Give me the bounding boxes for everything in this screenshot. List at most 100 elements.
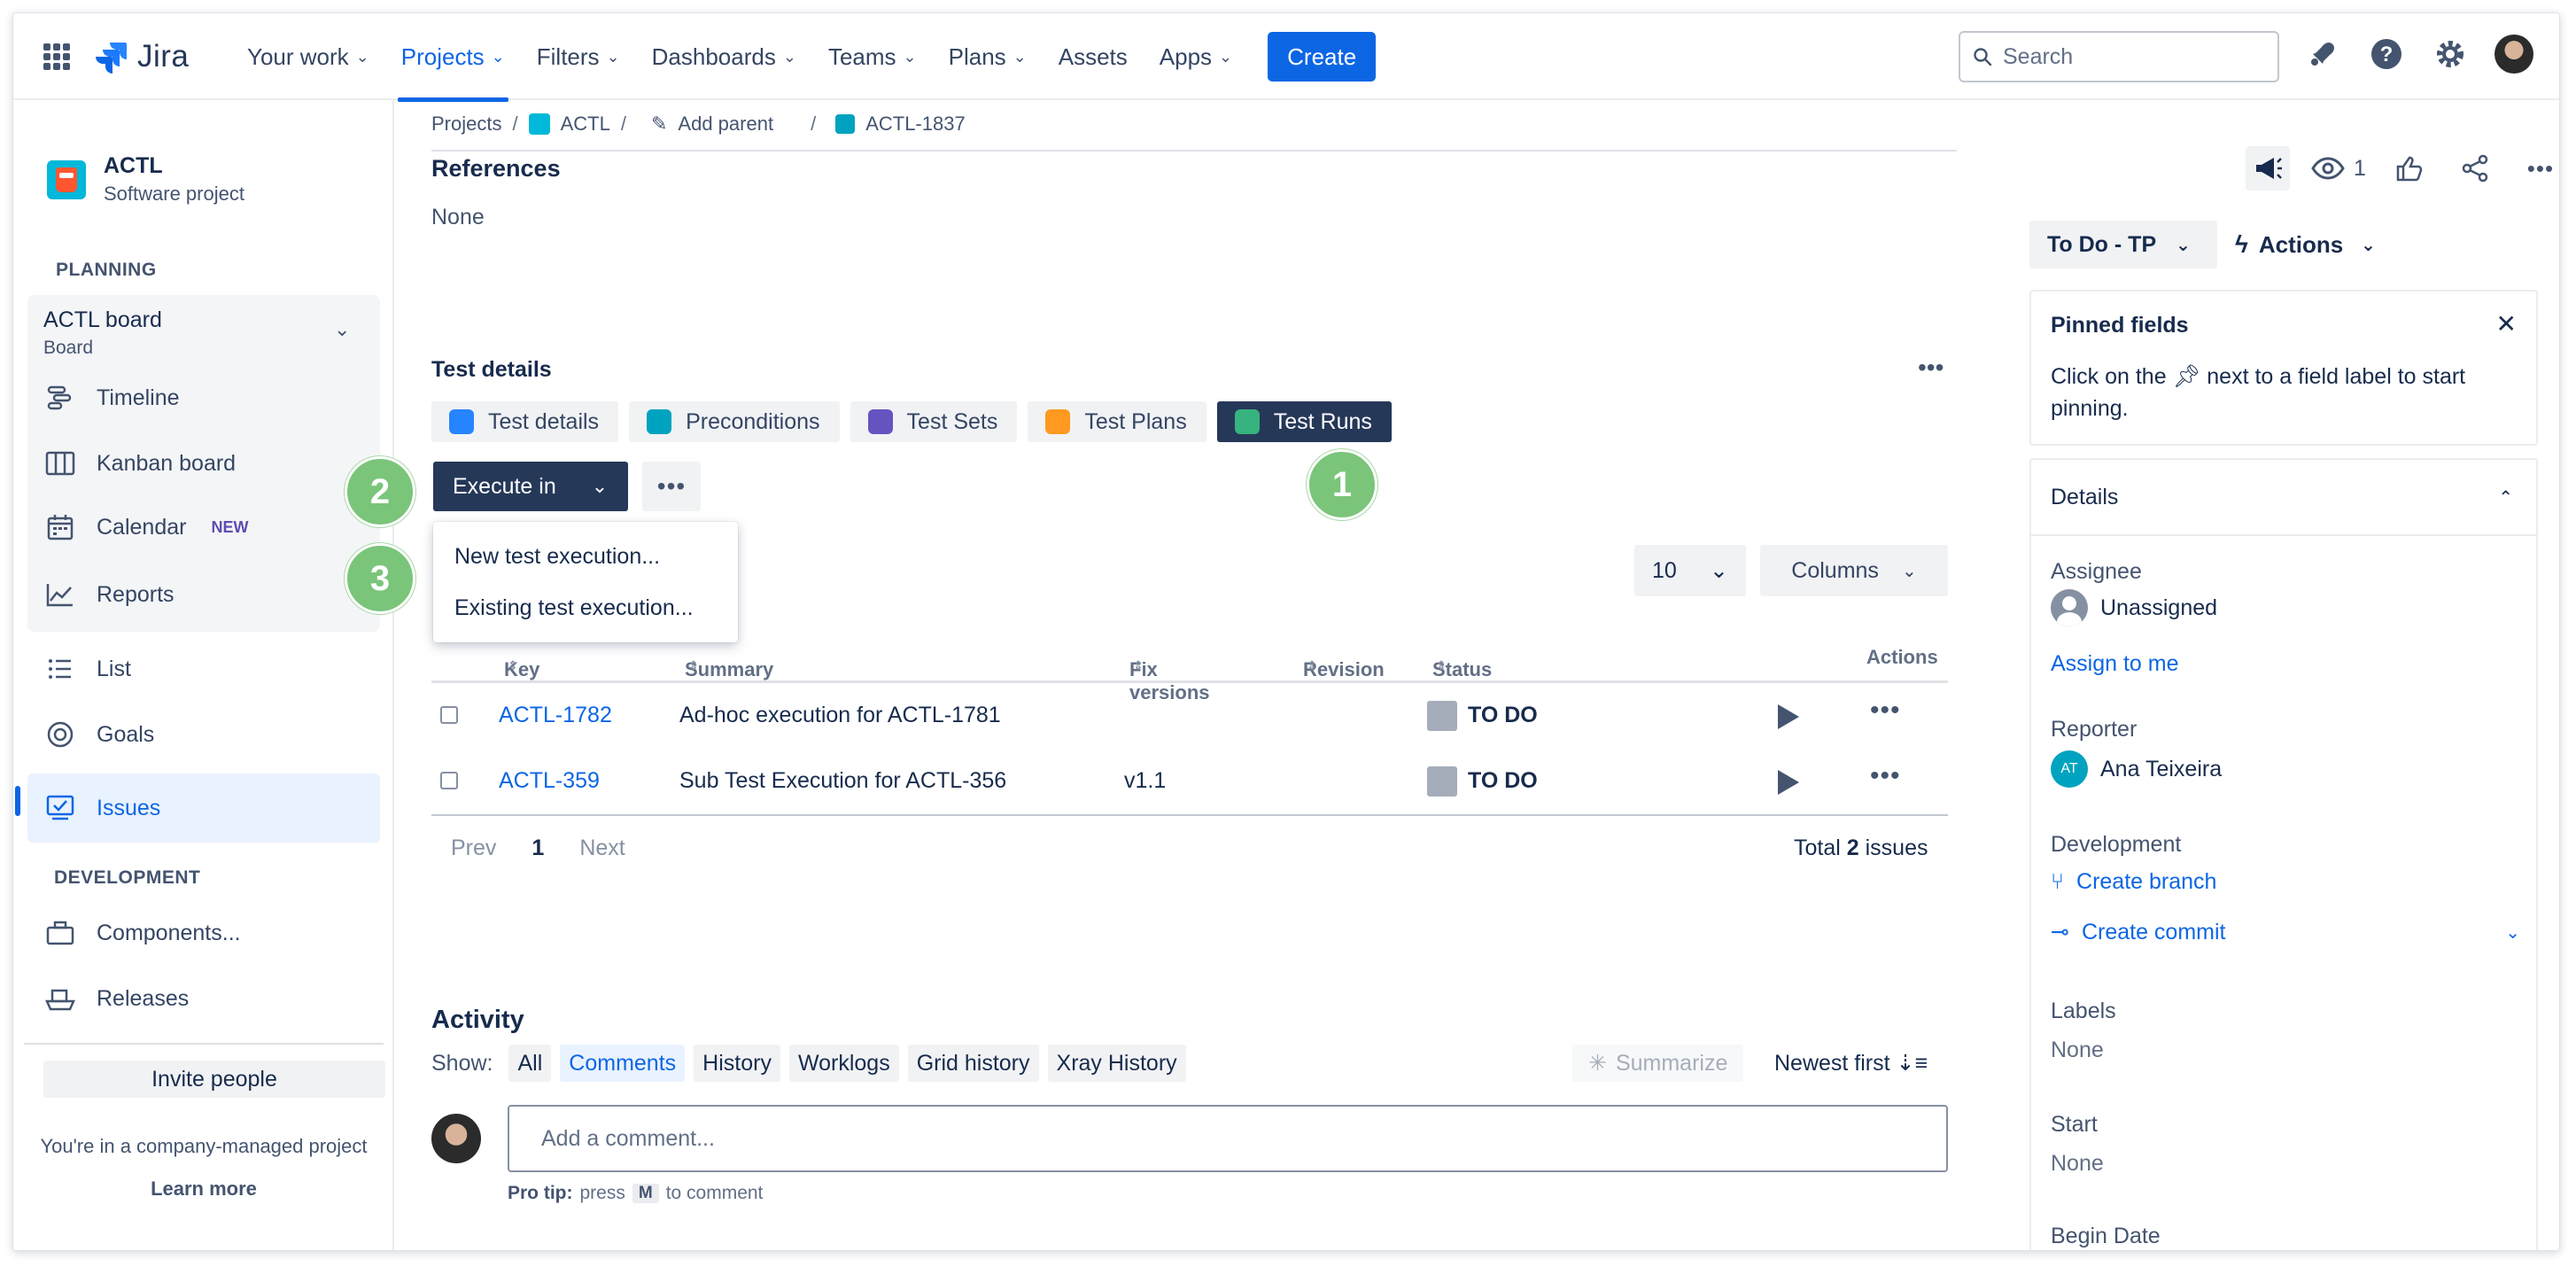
issue-key-link[interactable]: ACTL-359 — [499, 768, 600, 794]
goals-target-icon — [43, 718, 77, 751]
create-button[interactable]: Create — [1268, 32, 1377, 82]
nav-apps[interactable]: Apps ⌄ — [1144, 13, 1248, 100]
sidebar-item-reports[interactable]: Reports — [43, 568, 380, 621]
filter-xray-history[interactable]: Xray History — [1047, 1045, 1186, 1082]
sidebar-item-issues[interactable]: Issues — [15, 773, 380, 843]
row-checkbox[interactable] — [440, 772, 458, 789]
row-checkbox[interactable] — [440, 706, 458, 724]
user-avatar[interactable] — [2495, 35, 2533, 74]
megaphone-icon[interactable] — [2246, 146, 2290, 190]
sidebar-item-goals[interactable]: Goals — [43, 708, 380, 761]
actions-button[interactable]: ϟ Actions ⌄ — [2235, 221, 2376, 268]
close-icon[interactable]: ✕ — [2496, 309, 2517, 338]
add-comment-input[interactable]: Add a comment... — [508, 1105, 1948, 1172]
row-more-icon[interactable]: ••• — [1870, 761, 1901, 791]
pagination-current-page[interactable]: 1 — [531, 836, 544, 861]
page-size-select[interactable]: 10 ⌄ — [1634, 545, 1746, 596]
nav-dashboards[interactable]: Dashboards ⌄ — [636, 13, 812, 100]
execute-in-button[interactable]: Execute in ⌄ — [433, 462, 628, 511]
details-header[interactable]: Details ⌃ — [2031, 460, 2536, 536]
share-icon[interactable] — [2453, 146, 2497, 190]
project-header[interactable]: ACTL Software project — [47, 153, 244, 206]
start-value[interactable]: None — [2051, 1151, 2104, 1177]
sidebar-item-timeline[interactable]: Timeline — [43, 371, 380, 424]
nav-teams[interactable]: Teams ⌄ — [812, 13, 933, 100]
more-options-icon[interactable]: ••• — [1918, 354, 1944, 382]
more-actions-button[interactable]: ••• — [642, 462, 701, 511]
search-input[interactable]: Search — [1959, 31, 2279, 82]
row-more-icon[interactable]: ••• — [1870, 696, 1901, 726]
breadcrumb-project[interactable]: ACTL — [561, 113, 610, 136]
sidebar-item-calendar[interactable]: Calendar NEW — [43, 501, 380, 554]
issue-key-link[interactable]: ACTL-1782 — [499, 703, 612, 728]
sidebar-item-components[interactable]: Components... — [43, 906, 380, 960]
chevron-down-icon[interactable]: ⌄ — [334, 318, 350, 341]
chevron-down-icon[interactable]: ⌄ — [2505, 921, 2520, 944]
assignee-name: Unassigned — [2100, 595, 2218, 620]
breadcrumb-projects[interactable]: Projects — [431, 113, 501, 136]
filter-comments[interactable]: Comments — [560, 1045, 686, 1082]
tab-test-plans[interactable]: Test Plans — [1028, 401, 1207, 442]
nav-assets[interactable]: Assets — [1043, 13, 1144, 100]
filter-grid-history[interactable]: Grid history — [907, 1045, 1039, 1082]
filter-worklogs[interactable]: Worklogs — [788, 1045, 899, 1082]
nav-your-work[interactable]: Your work ⌄ — [231, 13, 385, 100]
chevron-down-icon: ⌄ — [606, 47, 620, 66]
menu-item-new-test-execution[interactable]: New test execution... — [433, 531, 738, 582]
nav-projects[interactable]: Projects ⌄ — [385, 13, 521, 102]
jira-logo[interactable]: Jira — [93, 38, 189, 75]
notifications-icon[interactable] — [2303, 35, 2342, 74]
reporter-value[interactable]: AT Ana Teixeira — [2051, 750, 2222, 788]
commenter-avatar — [431, 1114, 481, 1163]
status-dropdown-button[interactable]: To Do - TP ⌄ — [2029, 221, 2217, 268]
assign-to-me-link[interactable]: Assign to me — [2051, 651, 2179, 677]
assignee-value[interactable]: Unassigned — [2051, 589, 2217, 626]
learn-more-link[interactable]: Learn more — [13, 1178, 394, 1201]
total-issues: Total 2 issues — [1794, 836, 1928, 861]
pagination-next[interactable]: Next — [579, 836, 625, 861]
details-panel: Details ⌃ Assignee Unassigned Assign to … — [2029, 458, 2538, 1250]
tab-test-sets[interactable]: Test Sets — [850, 401, 1018, 442]
breadcrumb-add-parent[interactable]: Add parent — [678, 113, 773, 136]
tab-preconditions[interactable]: Preconditions — [629, 401, 840, 442]
sidebar-item-releases[interactable]: Releases — [43, 972, 380, 1025]
filter-history[interactable]: History — [694, 1045, 780, 1082]
thumbs-up-icon[interactable] — [2387, 146, 2432, 190]
create-commit-link[interactable]: ⊸ Create commit ⌄ — [2051, 919, 2520, 945]
sidebar-item-list[interactable]: List — [43, 642, 380, 696]
tab-label: Test Runs — [1273, 408, 1372, 434]
app-switcher-icon[interactable] — [43, 43, 70, 70]
sort-newest-first-button[interactable]: Newest first ⇣≡ — [1774, 1050, 1928, 1077]
labels-label: Labels — [2051, 999, 2116, 1023]
summarize-button[interactable]: ✳ Summarize — [1572, 1045, 1744, 1082]
callout-badge-3: 3 — [345, 543, 415, 614]
watchers-button[interactable]: 1 — [2311, 156, 2366, 182]
create-branch-link[interactable]: ⑂ Create branch — [2051, 869, 2216, 895]
create-commit-label: Create commit — [2081, 919, 2226, 944]
columns-button[interactable]: Columns ⌄ — [1760, 545, 1948, 596]
tab-label: Preconditions — [686, 408, 820, 434]
sidebar-item-kanban-board[interactable]: Kanban board — [43, 437, 380, 490]
development-label: Development — [2051, 832, 2182, 857]
pagination-prev[interactable]: Prev — [451, 836, 496, 861]
settings-gear-icon[interactable] — [2431, 35, 2470, 74]
more-options-icon[interactable]: ••• — [2518, 146, 2559, 190]
board-switcher-title[interactable]: ACTL board — [43, 307, 162, 333]
tab-test-details[interactable]: Test details — [431, 401, 619, 442]
test-issue-type-icon — [835, 114, 856, 134]
tab-test-runs[interactable]: Test Runs — [1216, 401, 1392, 442]
play-run-icon[interactable] — [1778, 770, 1799, 795]
labels-value[interactable]: None — [2051, 1038, 2104, 1063]
development-section-label: DEVELOPMENT — [54, 867, 201, 888]
breadcrumb-issue-key[interactable]: ACTL-1837 — [865, 113, 966, 136]
filter-all[interactable]: All — [508, 1045, 552, 1082]
invite-people-button[interactable]: Invite people — [43, 1061, 385, 1098]
execute-in-dropdown-menu: New test execution... Existing test exec… — [433, 522, 738, 642]
test-runs-icon — [1234, 409, 1260, 434]
nav-filters[interactable]: Filters ⌄ — [521, 13, 636, 100]
nav-plans[interactable]: Plans ⌄ — [933, 13, 1043, 100]
menu-item-existing-test-execution[interactable]: Existing test execution... — [433, 582, 738, 634]
tab-label: Test Plans — [1084, 408, 1187, 434]
help-icon[interactable]: ? — [2367, 35, 2406, 74]
play-run-icon[interactable] — [1778, 704, 1799, 729]
